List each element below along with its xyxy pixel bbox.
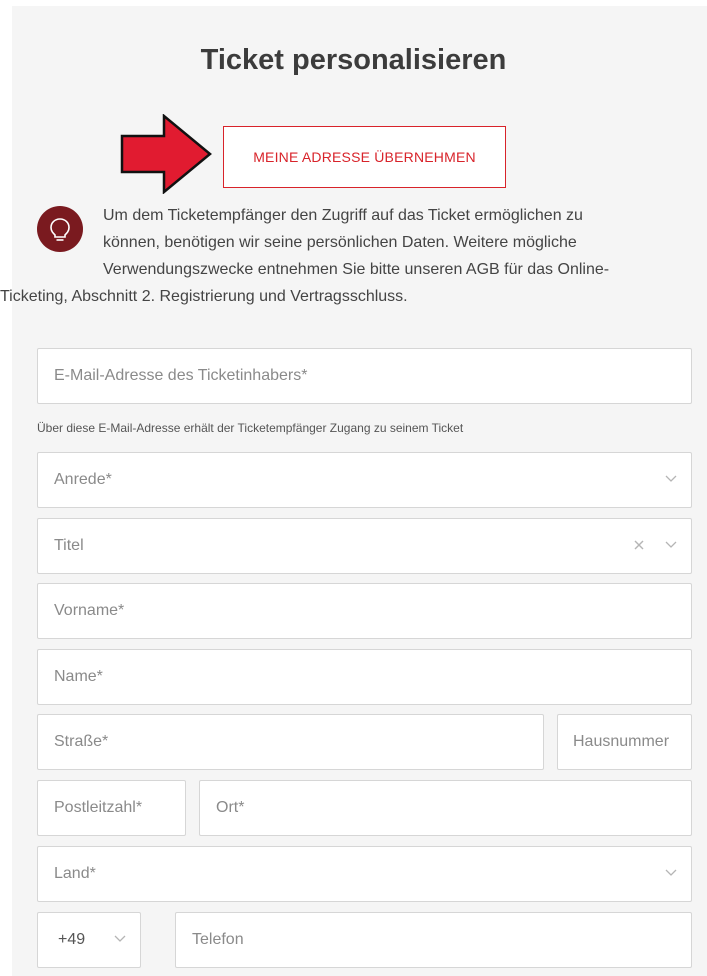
phone-prefix-select[interactable]: +49 bbox=[37, 912, 141, 968]
chevron-down-icon bbox=[665, 541, 677, 548]
clear-icon[interactable] bbox=[633, 539, 645, 551]
email-placeholder: E-Mail-Adresse des Ticketinhabers* bbox=[54, 367, 308, 384]
chevron-down-icon bbox=[114, 935, 126, 942]
country-select[interactable]: Land* bbox=[37, 846, 692, 902]
lightbulb-icon bbox=[37, 206, 83, 252]
info-text-line: Um dem Ticketempfänger den Zugriff auf d… bbox=[103, 207, 583, 224]
firstname-field[interactable]: Vorname* bbox=[37, 583, 692, 639]
info-text-line: können, benötigen wir seine persönlichen… bbox=[103, 234, 577, 251]
street-field[interactable]: Straße* bbox=[37, 714, 544, 770]
red-arrow-icon bbox=[120, 114, 212, 194]
email-field[interactable]: E-Mail-Adresse des Ticketinhabers* bbox=[37, 348, 692, 404]
zip-placeholder: Postleitzahl* bbox=[54, 799, 143, 816]
title-placeholder: Titel bbox=[54, 537, 84, 554]
zip-field[interactable]: Postleitzahl* bbox=[37, 780, 186, 836]
adopt-address-button[interactable]: MEINE ADRESSE ÜBERNEHMEN bbox=[223, 126, 506, 188]
city-field[interactable]: Ort* bbox=[199, 780, 692, 836]
chevron-down-icon bbox=[665, 475, 677, 482]
housenumber-placeholder: Hausnummer bbox=[573, 733, 670, 750]
housenumber-field[interactable]: Hausnummer bbox=[557, 714, 692, 770]
lastname-field[interactable]: Name* bbox=[37, 649, 692, 705]
chevron-down-icon bbox=[665, 869, 677, 876]
info-text-line: Verwendungszwecke entnehmen Sie bitte un… bbox=[103, 261, 610, 278]
phone-placeholder: Telefon bbox=[192, 931, 244, 948]
phone-prefix-value: +49 bbox=[58, 931, 86, 948]
page-title: Ticket personalisieren bbox=[200, 44, 507, 76]
country-placeholder: Land* bbox=[54, 865, 96, 882]
info-text-line: Ticketing, Abschnitt 2. Registrierung un… bbox=[0, 288, 408, 305]
street-placeholder: Straße* bbox=[54, 733, 109, 750]
title-select[interactable]: Titel bbox=[37, 518, 692, 574]
phone-field[interactable]: Telefon bbox=[175, 912, 692, 968]
salutation-placeholder: Anrede* bbox=[54, 471, 112, 488]
city-placeholder: Ort* bbox=[216, 799, 245, 816]
email-hint: Über diese E-Mail-Adresse erhält der Tic… bbox=[37, 421, 464, 435]
lastname-placeholder: Name* bbox=[54, 668, 103, 685]
salutation-select[interactable]: Anrede* bbox=[37, 452, 692, 508]
firstname-placeholder: Vorname* bbox=[54, 602, 125, 619]
